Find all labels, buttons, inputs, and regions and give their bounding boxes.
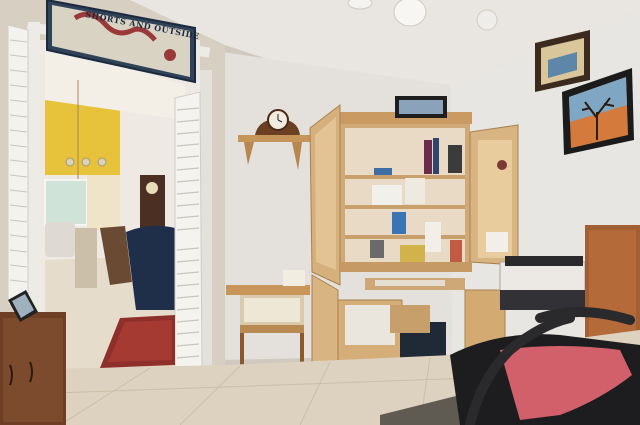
white-chair	[45, 222, 75, 257]
far-window	[44, 179, 88, 226]
room-illustration: SHORTS AND OUTSIDE	[0, 0, 640, 425]
wall-plate-2	[81, 157, 91, 167]
louvered-door-right[interactable]	[174, 91, 203, 376]
printer	[499, 256, 586, 310]
grandfather-clock-face	[146, 182, 158, 194]
dresser	[0, 312, 66, 425]
wall-plate-1	[65, 157, 75, 167]
room-photo: SHORTS AND OUTSIDE	[0, 0, 640, 425]
far-curtain	[87, 175, 120, 230]
wall-plate-3	[97, 157, 107, 167]
side-table	[75, 228, 97, 288]
smoke-detector	[476, 9, 498, 31]
louvered-door-left[interactable]	[7, 24, 29, 306]
